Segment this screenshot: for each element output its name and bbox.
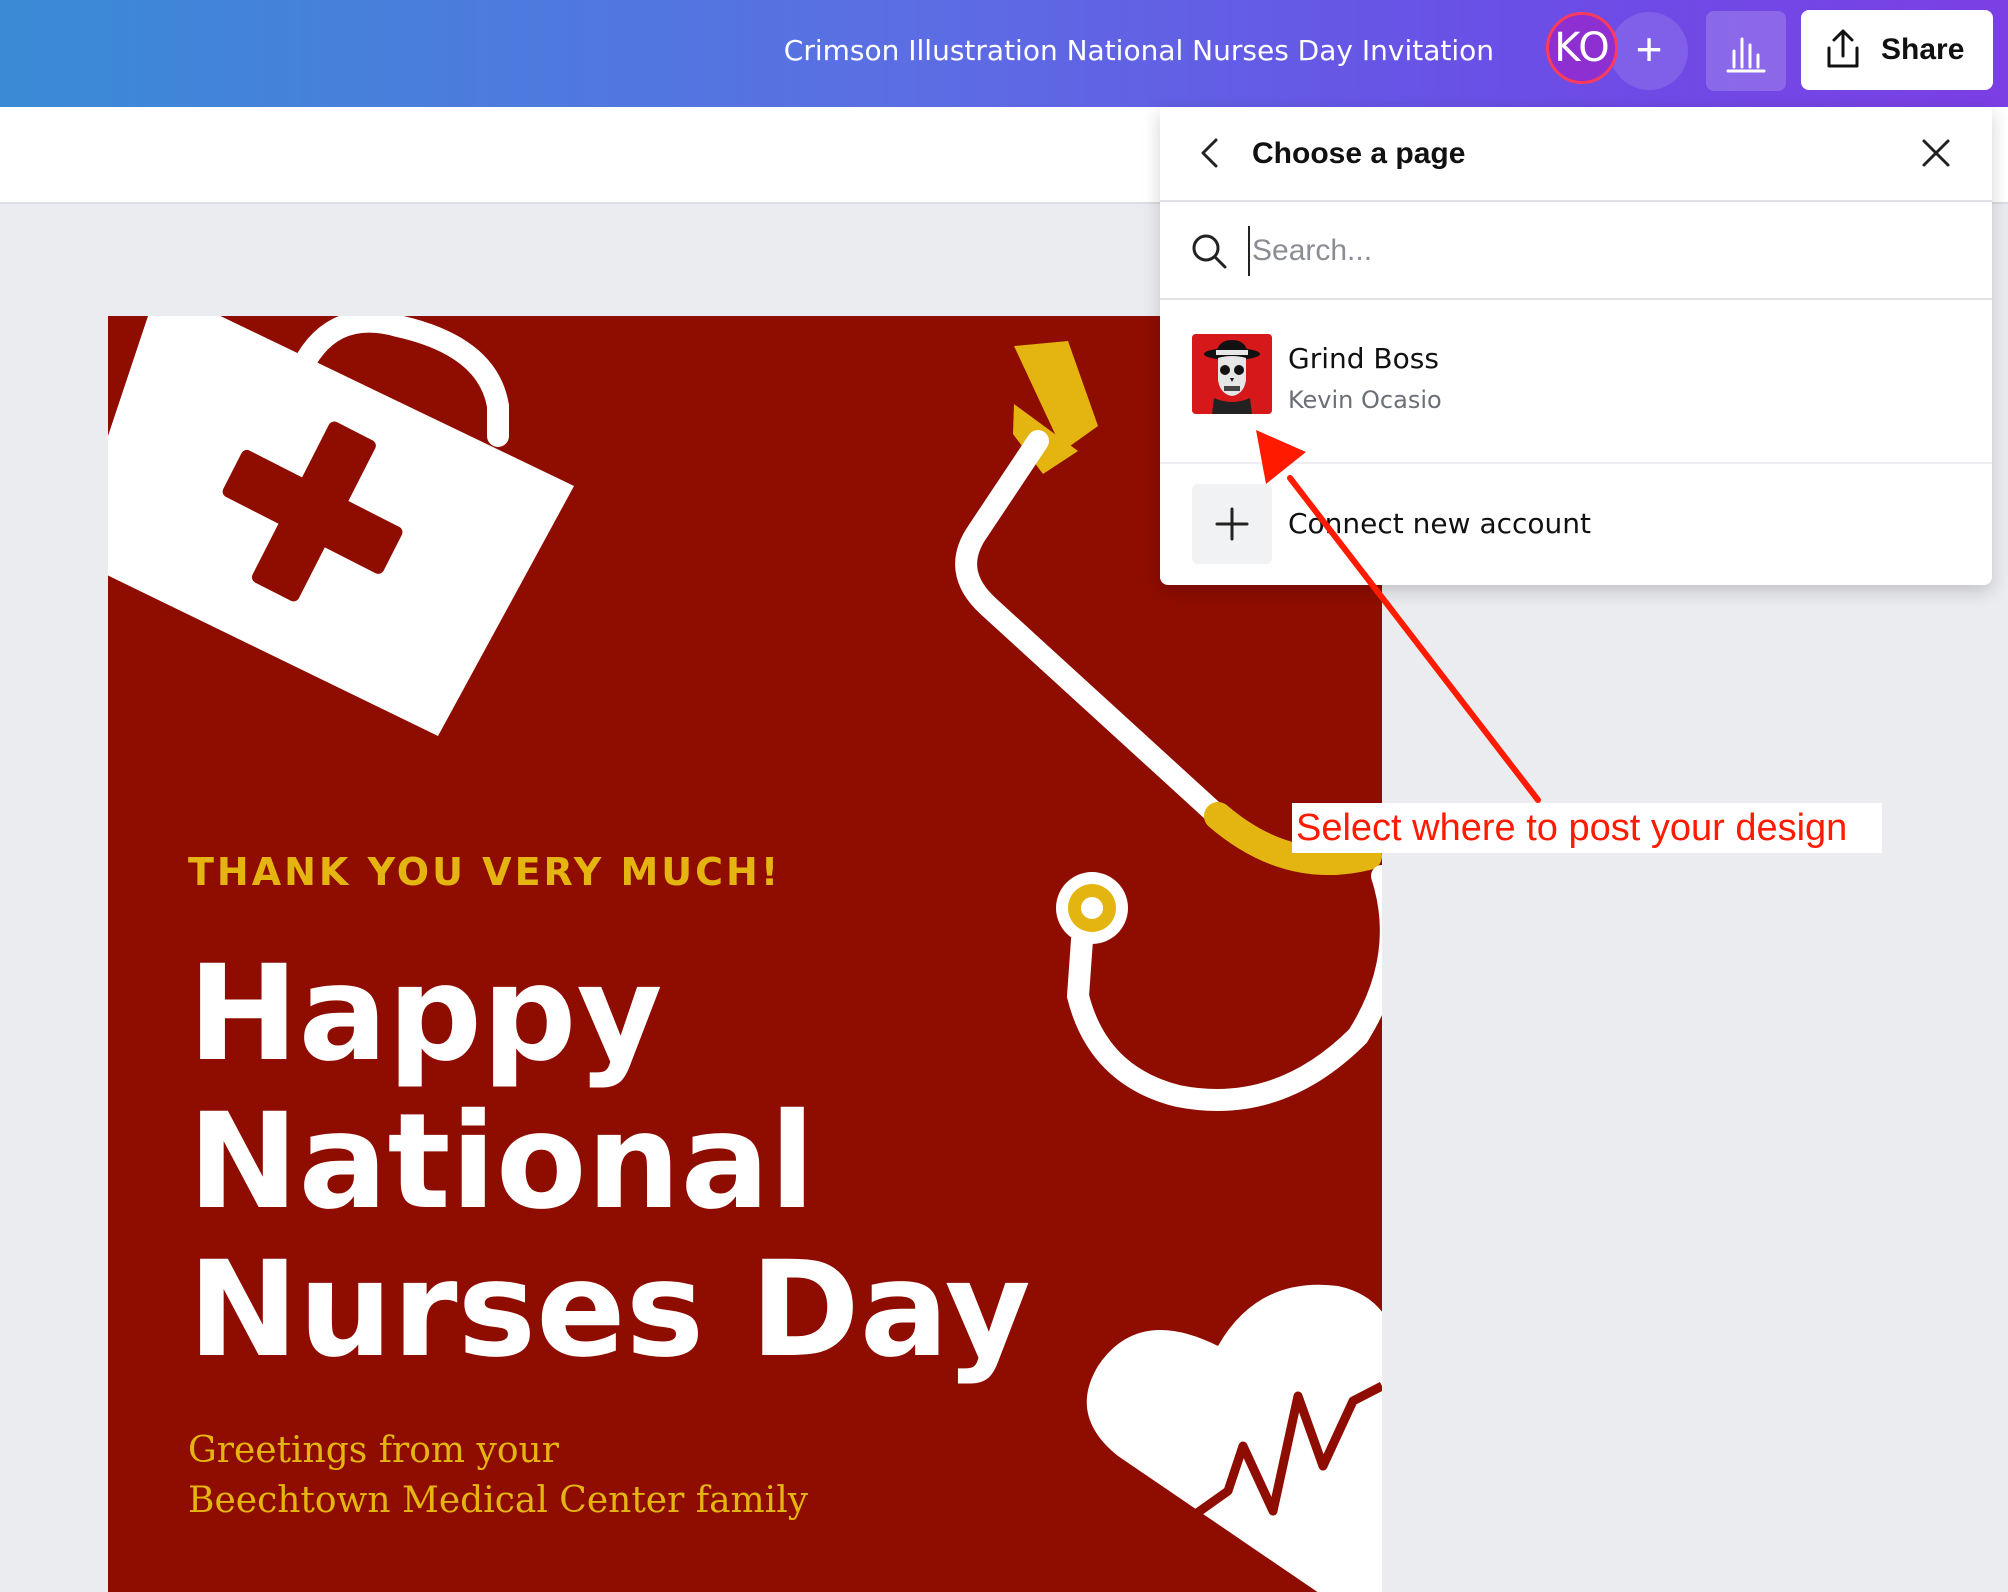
avatar[interactable]: KO — [1546, 12, 1618, 84]
headline-line: Nurses Day — [188, 1233, 1031, 1387]
greeting-text[interactable]: Greetings from your Beechtown Medical Ce… — [188, 1426, 1088, 1526]
annotation-callout: Select where to post your design — [1292, 803, 1882, 853]
close-icon[interactable] — [1920, 137, 1952, 169]
account-list-item[interactable]: Grind Boss Kevin Ocasio — [1160, 300, 1992, 464]
bar-chart-icon — [1726, 37, 1766, 73]
account-avatar — [1192, 334, 1272, 414]
headline-line: Happy — [188, 937, 663, 1091]
connect-new-account-label: Connect new account — [1288, 507, 1591, 540]
headline-line: National — [188, 1085, 815, 1239]
panel-title: Choose a page — [1252, 137, 1466, 170]
skull-logo-icon — [1192, 334, 1272, 414]
connect-new-account-button[interactable]: Connect new account — [1160, 464, 1992, 574]
first-aid-kit-icon — [108, 316, 574, 736]
greeting-line: Beechtown Medical Center family — [188, 1480, 809, 1521]
share-button[interactable]: Share — [1801, 10, 1993, 90]
account-owner: Kevin Ocasio — [1288, 386, 1442, 414]
heartbeat-heart-icon — [1086, 1284, 1382, 1592]
insights-button[interactable] — [1706, 11, 1786, 91]
top-bar: Crimson Illustration National Nurses Day… — [0, 0, 2008, 107]
kicker-text[interactable]: THANK YOU VERY MUCH! — [188, 850, 781, 894]
upload-icon — [1827, 29, 1859, 68]
account-name: Grind Boss — [1288, 342, 1439, 375]
document-title[interactable]: Crimson Illustration National Nurses Day… — [784, 0, 1494, 102]
choose-page-panel: Choose a page Grind Bo — [1160, 107, 1992, 585]
chevron-left-icon[interactable] — [1194, 137, 1226, 169]
panel-header: Choose a page — [1160, 107, 1992, 202]
share-label: Share — [1881, 33, 1965, 66]
search-icon — [1192, 234, 1227, 269]
headline[interactable]: Happy National Nurses Day — [188, 940, 1088, 1384]
greeting-line: Greetings from your — [188, 1430, 559, 1471]
add-icon-tile — [1192, 484, 1272, 564]
add-member-button[interactable]: + — [1610, 12, 1688, 90]
plus-icon — [1215, 507, 1249, 541]
search-row — [1160, 202, 1992, 300]
search-input[interactable] — [1248, 226, 1954, 276]
